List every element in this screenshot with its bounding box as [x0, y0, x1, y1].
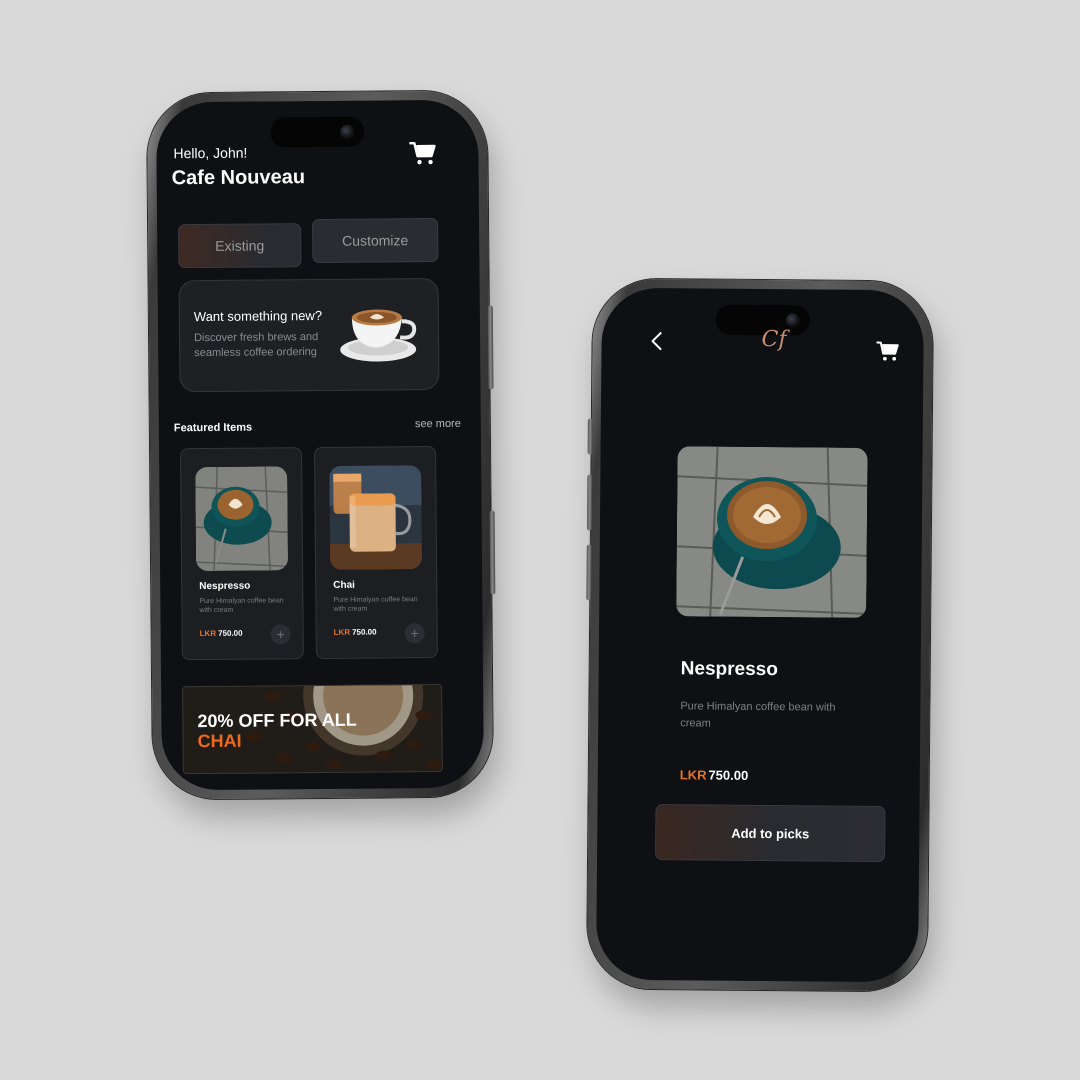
detail-screen: Cf Nespresso Pure Himalyan coffee bean w… [595, 287, 925, 983]
product-price: LKR 750.00 [334, 628, 377, 637]
banner-highlight: CHAI [197, 730, 242, 752]
phone-detail: Cf Nespresso Pure Himalyan coffee bean w… [586, 278, 934, 992]
cafe-logo: Cf [761, 327, 787, 353]
promo-banner[interactable]: 20% OFF FOR ALL CHAI [182, 683, 443, 775]
action-button [587, 418, 593, 455]
volume-down-button [586, 544, 592, 601]
side-button [489, 510, 496, 595]
cart-icon[interactable] [408, 140, 436, 166]
greeting-text: Hello, John! [173, 144, 248, 162]
promo-card[interactable]: Want something new? Discover fresh brews… [178, 277, 440, 393]
add-icon[interactable]: + [270, 624, 291, 645]
dynamic-island [270, 116, 365, 148]
promo-title: Want something new? [193, 307, 323, 325]
product-card-chai[interactable]: Chai Pure Himalyan coffee bean with crea… [314, 445, 438, 660]
currency-label: LKR [679, 767, 707, 783]
product-name: Nespresso [199, 580, 251, 593]
price-value: 750.00 [218, 628, 243, 638]
brand-title: Cafe Nouveau [171, 166, 306, 190]
add-icon[interactable]: + [404, 623, 425, 644]
product-price: LKR 750.00 [680, 767, 749, 783]
cart-icon[interactable] [875, 340, 899, 362]
home-screen: Hello, John! Cafe Nouveau Existing Custo… [156, 99, 484, 791]
banner-headline: 20% OFF FOR ALL [197, 709, 357, 732]
product-name: Chai [333, 579, 355, 591]
featured-title: Featured Items [173, 421, 253, 435]
product-desc: Pure Himalyan coffee bean with cream [199, 597, 284, 615]
add-to-picks-button[interactable]: Add to picks [655, 804, 886, 863]
product-card-nespresso[interactable]: Nespresso Pure Himalyan coffee bean with… [180, 447, 304, 661]
product-hero-image [676, 446, 868, 618]
back-icon[interactable] [649, 330, 663, 352]
chai-image [329, 465, 423, 570]
product-price: LKR 750.00 [200, 629, 243, 638]
product-description: Pure Himalyan coffee bean with cream [680, 700, 836, 730]
price-value: 750.00 [352, 627, 377, 637]
promo-text: Discover fresh brews and seamless coffee… [194, 331, 319, 360]
tab-existing[interactable]: Existing [178, 223, 302, 269]
product-title: Nespresso [680, 658, 778, 681]
currency-label: LKR [199, 628, 217, 639]
tab-customize[interactable]: Customize [312, 217, 439, 264]
currency-label: LKR [333, 627, 351, 637]
coffee-cup-image [340, 309, 417, 362]
see-more-link[interactable]: see more [415, 418, 461, 430]
price-value: 750.00 [708, 767, 749, 783]
volume-up-button [586, 474, 593, 531]
phone-home: Hello, John! Cafe Nouveau Existing Custo… [146, 90, 496, 800]
power-button [487, 305, 494, 390]
nespresso-image [195, 466, 289, 572]
product-desc: Pure Himalyan coffee bean with cream [333, 596, 418, 613]
